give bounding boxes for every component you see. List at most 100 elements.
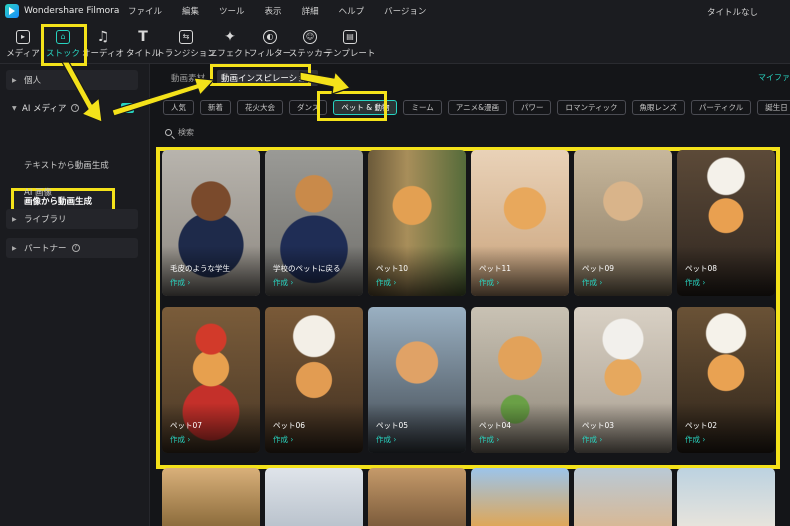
create-button[interactable]: 作成 › xyxy=(582,434,602,445)
toolbar-transition-label: トランジション xyxy=(156,49,216,59)
chip-particle[interactable]: パーティクル xyxy=(690,100,752,115)
inspiration-tab-highlight-box xyxy=(210,64,311,86)
card-title: ペット08 xyxy=(685,264,718,273)
template-card[interactable]: ペット11 作成 › xyxy=(471,150,569,296)
chip-anime[interactable]: アニメ&漫画 xyxy=(447,100,507,115)
chip-fisheye[interactable]: 魚眼レンズ xyxy=(631,100,685,115)
search-box[interactable]: 検索 xyxy=(165,127,194,138)
toolbar-title-label: タイトル xyxy=(126,49,161,59)
filmora-logo-icon xyxy=(5,4,19,18)
search-icon xyxy=(165,129,172,136)
sticker-icon: ☺ xyxy=(303,30,317,44)
template-card[interactable]: ペット10 作成 › xyxy=(368,150,466,296)
title-bar: Wondershare Filmora ファイル 編集 ツール 表示 詳細 ヘル… xyxy=(0,0,790,22)
create-button[interactable]: 作成 › xyxy=(170,277,190,288)
toolbar-sticker-button[interactable]: ☺ ステッカー xyxy=(289,26,331,60)
chip-birthday[interactable]: 誕生日 xyxy=(757,100,790,115)
sidebar-item-text-to-video[interactable]: テキストから動画生成 xyxy=(24,159,109,171)
menu-help[interactable]: ヘルプ xyxy=(339,5,365,17)
sidebar-item-partner-label: パートナー xyxy=(24,244,67,254)
template-card-partial[interactable] xyxy=(368,468,466,526)
sidebar-item-ai-image[interactable]: AI 画像 xyxy=(24,186,52,198)
card-title: ペット07 xyxy=(170,421,203,430)
template-card[interactable]: 学校のペットに戻る 作成 › xyxy=(265,150,363,296)
card-title: 毛皮のような学生 xyxy=(170,264,230,273)
card-title: ペット02 xyxy=(685,421,718,430)
card-title: ペット09 xyxy=(582,264,615,273)
template-card[interactable]: ペット08 作成 › xyxy=(677,150,775,296)
sidebar-item-personal[interactable]: ▶ 個人 xyxy=(6,70,138,90)
menu-advanced[interactable]: 詳細 xyxy=(302,5,319,17)
toolbar-template-label: テンプレート xyxy=(324,49,376,59)
sidebar-item-library[interactable]: ▶ ライブラリ xyxy=(6,209,138,229)
create-button[interactable]: 作成 › xyxy=(582,277,602,288)
template-card[interactable]: 毛皮のような学生 作成 › xyxy=(162,150,260,296)
chevron-right-icon: ▶ xyxy=(12,76,17,84)
template-card[interactable]: ペット09 作成 › xyxy=(574,150,672,296)
help-icon[interactable]: ? xyxy=(71,104,80,112)
toolbar-template-button[interactable]: ▤ テンプレート xyxy=(325,26,375,60)
chip-new[interactable]: 新着 xyxy=(200,100,231,115)
sidebar-item-ai-media[interactable]: ▼ AI メディア ? AI xyxy=(6,100,138,116)
toolbar-title-button[interactable]: T タイトル xyxy=(126,26,160,60)
template-card-partial[interactable] xyxy=(677,468,775,526)
chip-meme[interactable]: ミーム xyxy=(403,100,442,115)
template-card[interactable]: ペット03 作成 › xyxy=(574,307,672,453)
toolbar-filter-button[interactable]: ◐ フィルター xyxy=(249,26,291,60)
template-card-partial[interactable] xyxy=(265,468,363,526)
template-card[interactable]: ペット06 作成 › xyxy=(265,307,363,453)
ai-badge: AI xyxy=(120,103,134,113)
project-title: タイトルなし xyxy=(706,8,758,18)
sidebar-item-library-label: ライブラリ xyxy=(24,215,67,225)
card-title: ペット10 xyxy=(376,264,409,273)
toolbar-transition-button[interactable]: ⇆ トランジション xyxy=(156,26,216,60)
create-button[interactable]: 作成 › xyxy=(170,434,190,445)
toolbar-audio-button[interactable]: ♫ オーディオ xyxy=(82,26,124,60)
chip-popular[interactable]: 人気 xyxy=(163,100,194,115)
chip-power[interactable]: パワー xyxy=(512,100,552,115)
stock-highlight-box xyxy=(41,24,87,66)
create-button[interactable]: 作成 › xyxy=(273,434,293,445)
template-card[interactable]: ペット05 作成 › xyxy=(368,307,466,453)
create-button[interactable]: 作成 › xyxy=(273,277,293,288)
tab-video-material[interactable]: 動画素材 xyxy=(167,70,209,86)
pets-chip-highlight-box xyxy=(317,91,387,121)
card-title: ペット11 xyxy=(479,264,512,273)
create-button[interactable]: 作成 › xyxy=(479,277,499,288)
toolbar-effect-button[interactable]: ✦ エフェクト xyxy=(209,26,252,60)
transition-icon: ⇆ xyxy=(179,30,193,44)
toolbar-effect-label: エフェクト xyxy=(208,49,252,59)
chip-romantic[interactable]: ロマンティック xyxy=(557,100,626,115)
media-icon: ▸ xyxy=(16,30,30,44)
sidebar-item-ai-media-label: AI メディア xyxy=(22,104,67,114)
menu-tools[interactable]: ツール xyxy=(219,5,245,17)
template-card[interactable]: ペット07 作成 › xyxy=(162,307,260,453)
menu-view[interactable]: 表示 xyxy=(265,5,282,17)
template-card-partial[interactable] xyxy=(471,468,569,526)
search-placeholder: 検索 xyxy=(178,128,194,137)
template-card[interactable]: ペット04 作成 › xyxy=(471,307,569,453)
create-button[interactable]: 作成 › xyxy=(376,434,396,445)
help-icon[interactable]: ? xyxy=(71,244,80,252)
menu-version[interactable]: バージョン xyxy=(384,5,426,17)
menu-file[interactable]: ファイル xyxy=(128,5,162,17)
card-title: ペット04 xyxy=(479,421,512,430)
category-chips: 人気 新着 花火大会 ダンス ペット & 動物 ミーム アニメ&漫画 パワー ロ… xyxy=(163,100,790,116)
card-title: 学校のペットに戻る xyxy=(273,264,341,273)
template-card[interactable]: ペット02 作成 › xyxy=(677,307,775,453)
stock-content: 動画素材 動画インスピレーション マイファ 人気 新着 花火大会 ダンス ペット… xyxy=(151,64,790,526)
sidebar-item-partner[interactable]: ▶ パートナー ? xyxy=(6,238,138,258)
create-button[interactable]: 作成 › xyxy=(479,434,499,445)
create-button[interactable]: 作成 › xyxy=(685,434,705,445)
create-button[interactable]: 作成 › xyxy=(376,277,396,288)
chip-fireworks[interactable]: 花火大会 xyxy=(237,100,283,115)
chevron-right-icon: ▶ xyxy=(12,215,17,223)
my-favorites-link[interactable]: マイファ xyxy=(758,72,790,83)
template-card-partial[interactable] xyxy=(574,468,672,526)
card-title: ペット03 xyxy=(582,421,615,430)
toolbar-media-button[interactable]: ▸ メディア xyxy=(6,26,40,60)
menu-edit[interactable]: 編集 xyxy=(182,5,199,17)
audio-icon: ♫ xyxy=(96,29,110,45)
create-button[interactable]: 作成 › xyxy=(685,277,705,288)
template-card-partial[interactable] xyxy=(162,468,260,526)
